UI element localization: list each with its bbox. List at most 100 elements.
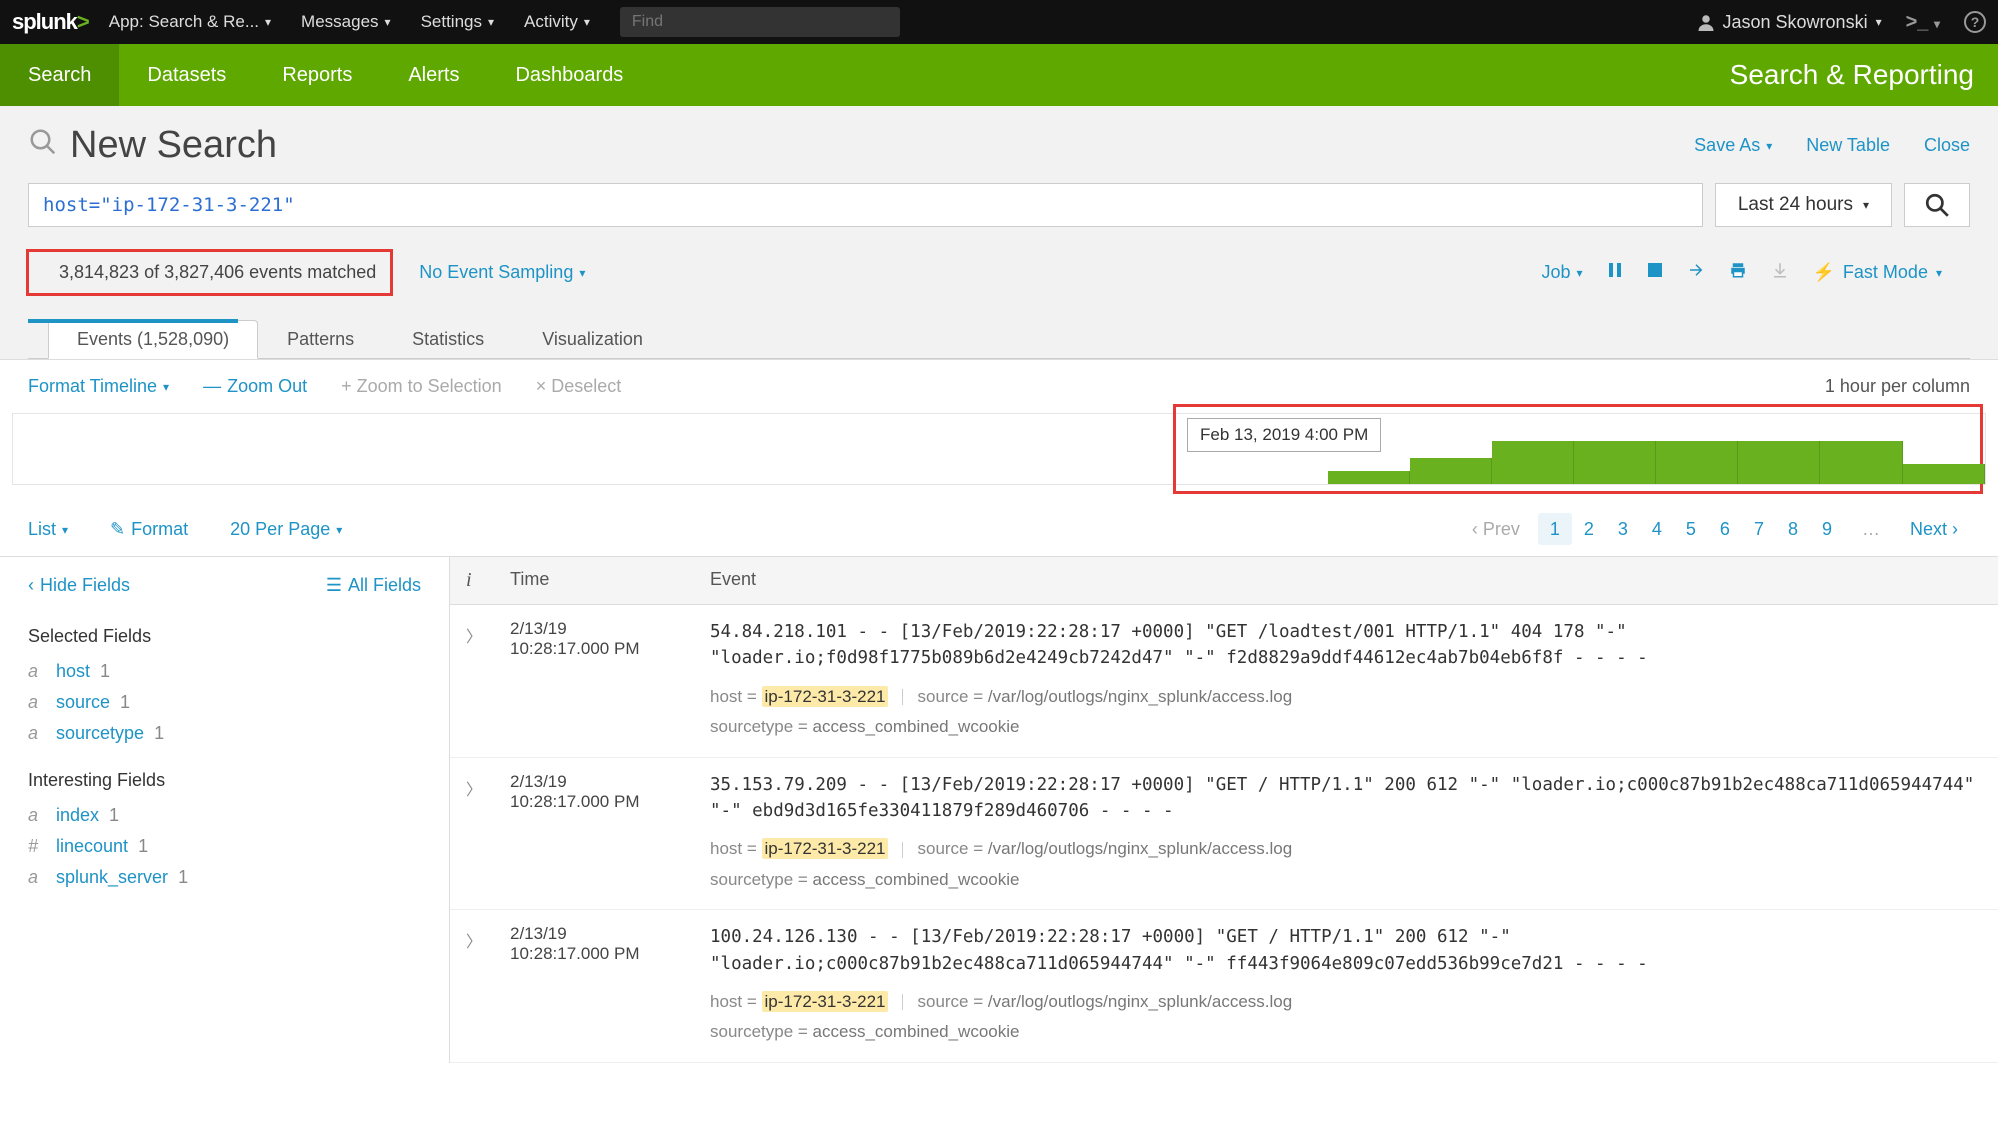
timeline-bar[interactable] bbox=[1328, 471, 1410, 484]
event-time: 2/13/1910:28:17.000 PM bbox=[510, 619, 710, 743]
page-6[interactable]: 6 bbox=[1708, 513, 1742, 545]
page-1[interactable]: 1 bbox=[1538, 513, 1572, 545]
all-fields[interactable]: ☰ All Fields bbox=[326, 575, 421, 596]
field-linecount[interactable]: # linecount 1 bbox=[28, 836, 421, 857]
field-source[interactable]: asource1 bbox=[28, 692, 421, 713]
field-name[interactable]: host bbox=[56, 661, 90, 682]
nav-search[interactable]: Search bbox=[0, 44, 119, 106]
nav-alerts[interactable]: Alerts bbox=[380, 44, 487, 106]
find-input[interactable] bbox=[620, 7, 900, 37]
field-splunk_server[interactable]: asplunk_server1 bbox=[28, 867, 421, 888]
page-8[interactable]: 8 bbox=[1776, 513, 1810, 545]
nav-dashboards[interactable]: Dashboards bbox=[487, 44, 651, 106]
event-meta: host = ip-172-31-3-221source = /var/log/… bbox=[710, 682, 1982, 743]
event-sampling[interactable]: No Event Sampling ▾ bbox=[419, 262, 585, 283]
prompt-icon[interactable]: >_ ▾ bbox=[1906, 11, 1940, 34]
zoom-out[interactable]: — Zoom Out bbox=[203, 376, 307, 397]
timeline-bar[interactable] bbox=[1738, 441, 1820, 484]
main-area: ‹ Hide Fields ☰ All Fields Selected Fiel… bbox=[0, 556, 1998, 1063]
pause-icon[interactable] bbox=[1607, 262, 1623, 283]
share-icon[interactable] bbox=[1687, 261, 1705, 284]
top-right: Jason Skowronski ▾ >_ ▾ ? bbox=[1697, 11, 1987, 34]
search-button[interactable] bbox=[1904, 183, 1970, 227]
field-count: 1 bbox=[138, 836, 148, 857]
nav-reports[interactable]: Reports bbox=[254, 44, 380, 106]
stop-icon[interactable] bbox=[1647, 262, 1663, 283]
page-4[interactable]: 4 bbox=[1640, 513, 1674, 545]
help-icon[interactable]: ? bbox=[1964, 11, 1986, 33]
page-9[interactable]: 9 bbox=[1810, 513, 1844, 545]
tab-statistics[interactable]: Statistics bbox=[383, 320, 513, 358]
event-time: 2/13/1910:28:17.000 PM bbox=[510, 772, 710, 896]
timeline-bar[interactable] bbox=[1820, 441, 1902, 484]
search-input[interactable] bbox=[28, 183, 1703, 227]
field-index[interactable]: aindex1 bbox=[28, 805, 421, 826]
host-value[interactable]: ip-172-31-3-221 bbox=[762, 991, 889, 1012]
activity-menu[interactable]: Activity ▾ bbox=[524, 12, 590, 32]
source-value[interactable]: /var/log/outlogs/nginx_splunk/access.log bbox=[988, 992, 1292, 1011]
field-host[interactable]: ahost1 bbox=[28, 661, 421, 682]
hide-fields[interactable]: ‹ Hide Fields bbox=[28, 575, 130, 596]
deselect: × Deselect bbox=[536, 376, 622, 397]
messages-menu[interactable]: Messages ▾ bbox=[301, 12, 391, 32]
print-icon[interactable] bbox=[1729, 261, 1747, 284]
close-button[interactable]: Close bbox=[1924, 135, 1970, 156]
field-name[interactable]: source bbox=[56, 692, 110, 713]
tab-events[interactable]: Events (1,528,090) bbox=[48, 320, 258, 359]
list-view[interactable]: List ▾ bbox=[28, 519, 68, 540]
field-name[interactable]: splunk_server bbox=[56, 867, 168, 888]
source-value[interactable]: /var/log/outlogs/nginx_splunk/access.log bbox=[988, 839, 1292, 858]
user-menu[interactable]: Jason Skowronski ▾ bbox=[1697, 12, 1882, 33]
field-type-icon: # bbox=[28, 836, 46, 857]
next-page[interactable]: Next › bbox=[1898, 513, 1970, 546]
sourcetype-value[interactable]: access_combined_wcookie bbox=[813, 1022, 1020, 1041]
download-icon[interactable] bbox=[1771, 261, 1789, 284]
timeline-bar[interactable] bbox=[1492, 441, 1574, 484]
col-time[interactable]: Time bbox=[510, 569, 710, 592]
page-7[interactable]: 7 bbox=[1742, 513, 1776, 545]
page-3[interactable]: 3 bbox=[1606, 513, 1640, 545]
tab-visualization[interactable]: Visualization bbox=[513, 320, 672, 358]
event-meta: host = ip-172-31-3-221source = /var/log/… bbox=[710, 987, 1982, 1048]
new-table-button[interactable]: New Table bbox=[1806, 135, 1890, 156]
job-menu[interactable]: Job ▾ bbox=[1541, 262, 1582, 283]
timeline-bar[interactable] bbox=[1410, 458, 1492, 484]
timeline-bar[interactable] bbox=[1656, 441, 1738, 484]
expand-icon[interactable]: 〉 bbox=[466, 924, 510, 1048]
event-data[interactable]: 54.84.218.101 - - [13/Feb/2019:22:28:17 … bbox=[710, 619, 1982, 743]
field-name[interactable]: sourcetype bbox=[56, 723, 144, 744]
settings-menu[interactable]: Settings ▾ bbox=[421, 12, 494, 32]
event-data[interactable]: 100.24.126.130 - - [13/Feb/2019:22:28:17… bbox=[710, 924, 1982, 1048]
save-as-button[interactable]: Save As ▾ bbox=[1694, 135, 1772, 156]
field-name[interactable]: linecount bbox=[56, 836, 128, 857]
fields-sidebar: ‹ Hide Fields ☰ All Fields Selected Fiel… bbox=[0, 557, 450, 1063]
per-page[interactable]: 20 Per Page ▾ bbox=[230, 519, 342, 540]
events-header: i Time Event bbox=[450, 557, 1998, 605]
events-matched-highlight: 3,814,823 of 3,827,406 events matched bbox=[26, 249, 393, 296]
nav-datasets[interactable]: Datasets bbox=[119, 44, 254, 106]
page-ellipsis: … bbox=[1850, 513, 1892, 546]
field-name[interactable]: index bbox=[56, 805, 99, 826]
timeline-chart[interactable]: Feb 13, 2019 4:00 PM bbox=[12, 413, 1986, 485]
source-value[interactable]: /var/log/outlogs/nginx_splunk/access.log bbox=[988, 687, 1292, 706]
timeline-bar[interactable] bbox=[1903, 464, 1985, 484]
col-event[interactable]: Event bbox=[710, 569, 1982, 592]
col-info[interactable]: i bbox=[466, 569, 510, 592]
search-mode[interactable]: ⚡Fast Mode ▾ bbox=[1813, 262, 1943, 283]
expand-icon[interactable]: 〉 bbox=[466, 619, 510, 743]
expand-icon[interactable]: 〉 bbox=[466, 772, 510, 896]
sourcetype-value[interactable]: access_combined_wcookie bbox=[813, 717, 1020, 736]
host-value[interactable]: ip-172-31-3-221 bbox=[762, 686, 889, 707]
app-switcher[interactable]: App: Search & Re... ▾ bbox=[109, 12, 271, 32]
page-2[interactable]: 2 bbox=[1572, 513, 1606, 545]
time-range-picker[interactable]: Last 24 hours ▾ bbox=[1715, 183, 1892, 227]
timeline-bar[interactable] bbox=[1574, 441, 1656, 484]
host-value[interactable]: ip-172-31-3-221 bbox=[762, 838, 889, 859]
format-timeline[interactable]: Format Timeline ▾ bbox=[28, 376, 169, 397]
field-sourcetype[interactable]: asourcetype1 bbox=[28, 723, 421, 744]
page-5[interactable]: 5 bbox=[1674, 513, 1708, 545]
format-events[interactable]: ✎ Format bbox=[110, 519, 188, 540]
tab-patterns[interactable]: Patterns bbox=[258, 320, 383, 358]
event-data[interactable]: 35.153.79.209 - - [13/Feb/2019:22:28:17 … bbox=[710, 772, 1982, 896]
sourcetype-value[interactable]: access_combined_wcookie bbox=[813, 870, 1020, 889]
